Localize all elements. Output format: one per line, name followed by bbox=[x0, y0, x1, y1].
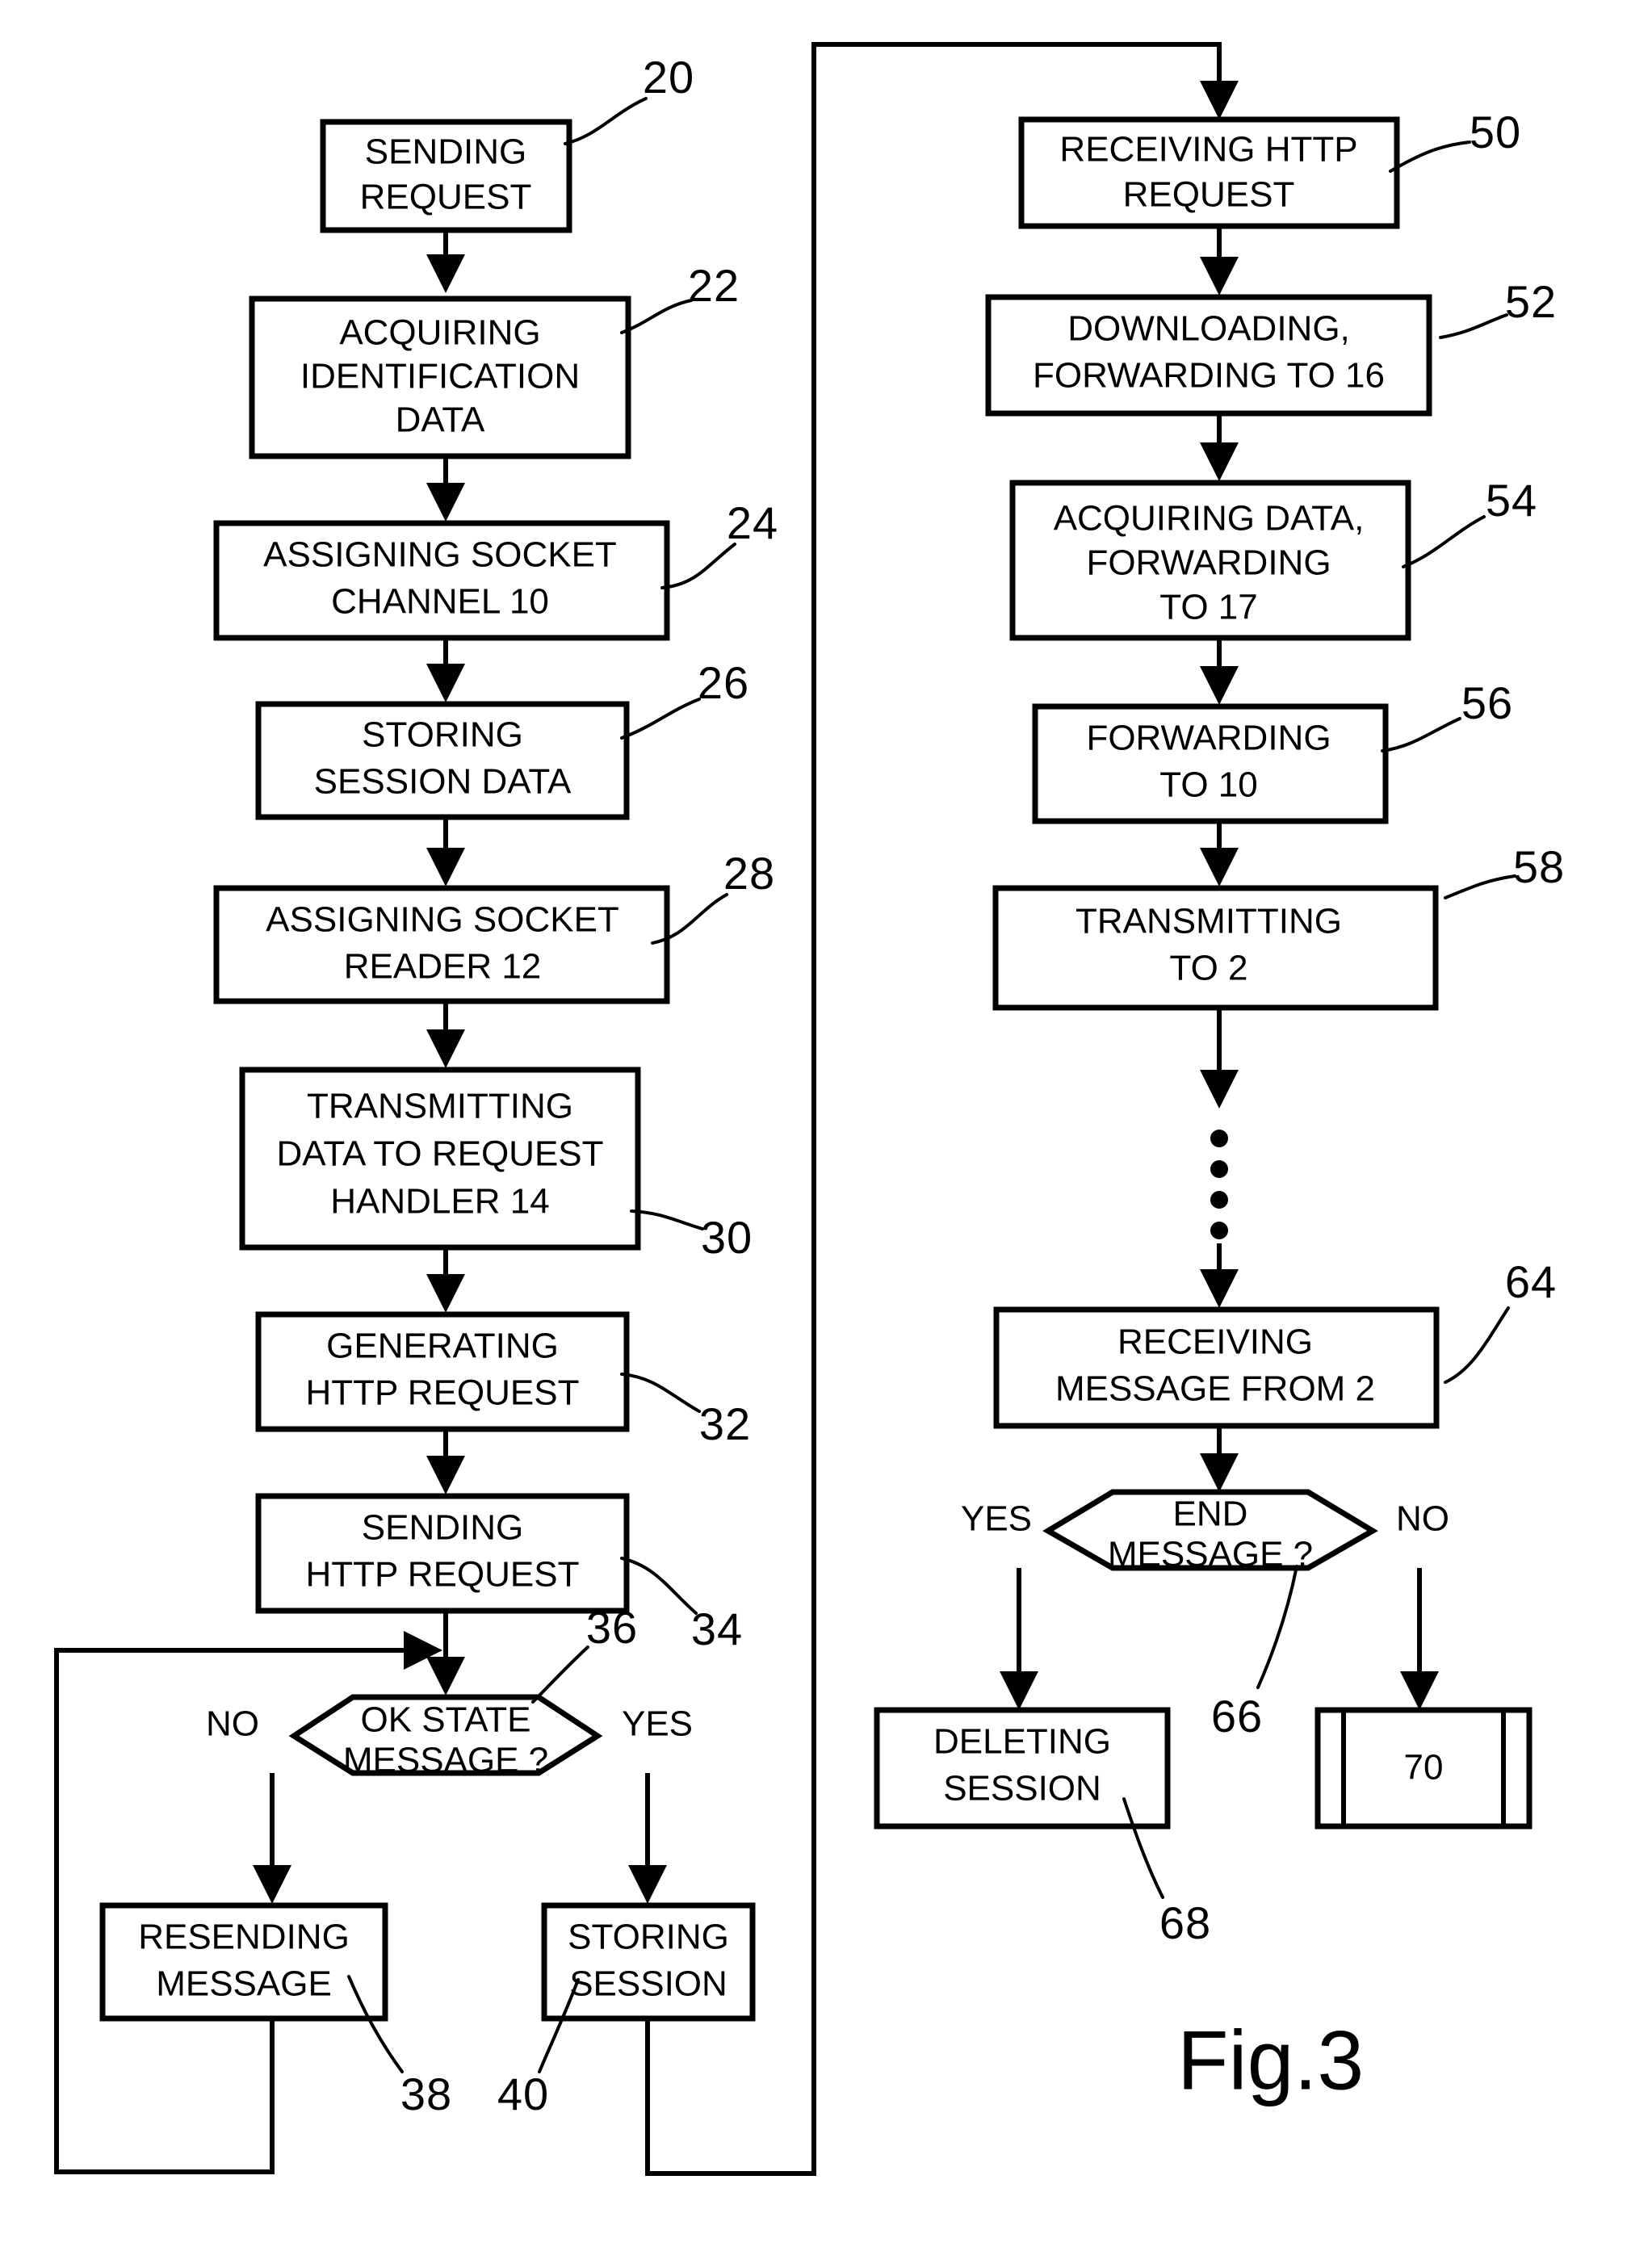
ref-number-40: 40 bbox=[497, 2069, 549, 2119]
node-20-line1: SENDING bbox=[365, 132, 526, 172]
ref-number-66: 66 bbox=[1211, 1691, 1263, 1742]
patent-figure-root: SENDING REQUEST 20 ACQUIRING IDENTIFICAT… bbox=[0, 0, 1652, 2251]
node-28-line1: ASSIGNING SOCKET bbox=[266, 900, 619, 940]
node-56-line2: TO 10 bbox=[1159, 765, 1257, 805]
branch-label-66-yes: YES bbox=[961, 1499, 1032, 1539]
node-66-line1: END bbox=[1173, 1494, 1248, 1534]
ref-number-64: 64 bbox=[1505, 1256, 1557, 1307]
node-20-line2: REQUEST bbox=[360, 178, 532, 217]
node-28-line2: READER 12 bbox=[344, 947, 542, 987]
ref-number-34: 34 bbox=[691, 1603, 743, 1654]
node-24-line2: CHANNEL 10 bbox=[331, 582, 549, 622]
node-58-line1: TRANSMITTING bbox=[1075, 902, 1342, 941]
ref-number-20: 20 bbox=[643, 52, 694, 103]
node-36-line1: OK STATE bbox=[360, 1700, 530, 1740]
node-68-line1: DELETING bbox=[933, 1722, 1111, 1762]
node-50-line1: RECEIVING HTTP bbox=[1059, 130, 1357, 170]
node-26-line2: SESSION DATA bbox=[314, 762, 572, 802]
node-70-value: 70 bbox=[1404, 1748, 1444, 1788]
node-52-line2: FORWARDING TO 16 bbox=[1033, 356, 1385, 396]
branch-label-66-no: NO bbox=[1396, 1499, 1449, 1539]
node-34-line1: SENDING bbox=[362, 1508, 523, 1548]
node-30-line1: TRANSMITTING bbox=[307, 1087, 573, 1126]
flowchart-canvas: SENDING REQUEST 20 ACQUIRING IDENTIFICAT… bbox=[0, 0, 1652, 2251]
ref-number-38: 38 bbox=[400, 2069, 452, 2119]
node-38-line1: RESENDING bbox=[138, 1918, 350, 1957]
node-32-line1: GENERATING bbox=[326, 1327, 559, 1366]
node-40-line2: SESSION bbox=[569, 1964, 727, 2004]
node-26-line1: STORING bbox=[362, 715, 523, 755]
ref-number-30: 30 bbox=[701, 1212, 753, 1263]
figure-caption: Fig.3 bbox=[1177, 2014, 1364, 2107]
branch-label-36-no: NO bbox=[206, 1704, 259, 1744]
node-30-line2: DATA TO REQUEST bbox=[276, 1134, 603, 1174]
node-30-line3: HANDLER 14 bbox=[330, 1182, 549, 1222]
node-70-predefined-process[interactable]: 70 bbox=[1314, 1707, 1533, 1830]
node-22-line2: IDENTIFICATION bbox=[300, 357, 580, 396]
node-24-line1: ASSIGNING SOCKET bbox=[263, 535, 617, 575]
node-40-line1: STORING bbox=[568, 1918, 729, 1957]
ref-number-24: 24 bbox=[727, 497, 778, 548]
node-22-line1: ACQUIRING bbox=[339, 313, 540, 353]
node-50-line2: REQUEST bbox=[1123, 175, 1295, 215]
ref-number-68: 68 bbox=[1159, 1897, 1211, 1948]
ref-number-36: 36 bbox=[586, 1602, 638, 1653]
node-68-line2: SESSION bbox=[943, 1769, 1101, 1809]
node-34-line2: HTTP REQUEST bbox=[305, 1555, 579, 1595]
node-56-line1: FORWARDING bbox=[1086, 719, 1331, 758]
node-66-line2: MESSAGE ? bbox=[1108, 1535, 1313, 1574]
node-52-line1: DOWNLOADING, bbox=[1067, 309, 1350, 349]
ref-number-26: 26 bbox=[698, 657, 749, 708]
node-32-line2: HTTP REQUEST bbox=[305, 1373, 579, 1413]
node-54-line2: FORWARDING bbox=[1086, 543, 1331, 583]
node-36-line2: MESSAGE ? bbox=[343, 1741, 548, 1780]
ref-number-50: 50 bbox=[1470, 107, 1521, 157]
node-64-line2: MESSAGE FROM 2 bbox=[1055, 1369, 1375, 1409]
node-58-line2: TO 2 bbox=[1169, 949, 1247, 988]
node-54-line1: ACQUIRING DATA, bbox=[1054, 499, 1365, 539]
ref-number-58: 58 bbox=[1513, 841, 1565, 892]
ref-number-22: 22 bbox=[688, 260, 740, 311]
ref-number-52: 52 bbox=[1505, 276, 1557, 327]
node-38-line2: MESSAGE bbox=[156, 1964, 332, 2004]
ref-number-54: 54 bbox=[1486, 475, 1537, 526]
node-54-line3: TO 17 bbox=[1159, 588, 1257, 627]
node-64-line1: RECEIVING bbox=[1117, 1323, 1313, 1362]
ref-number-28: 28 bbox=[723, 848, 775, 899]
ref-number-32: 32 bbox=[699, 1398, 751, 1449]
ref-number-56: 56 bbox=[1461, 677, 1513, 728]
branch-label-36-yes: YES bbox=[622, 1704, 693, 1744]
node-22-line3: DATA bbox=[396, 400, 485, 440]
